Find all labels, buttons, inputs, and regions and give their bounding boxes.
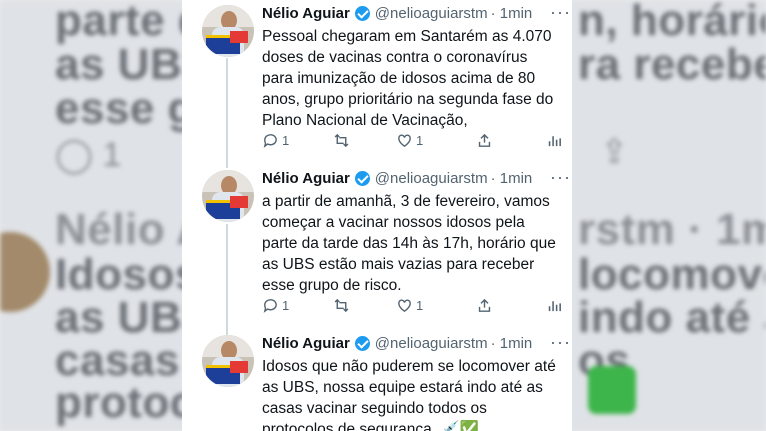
like-icon [398, 299, 411, 313]
tweet-time[interactable]: · 1min [491, 335, 533, 352]
analytics-icon [548, 136, 561, 147]
tweet-time[interactable]: · 1min [491, 170, 533, 187]
avatar[interactable] [202, 335, 254, 387]
reply-icon [263, 134, 277, 148]
reply-icon [263, 299, 277, 313]
retweet-button[interactable] [333, 132, 350, 149]
bg-reply-icon: ◯ 1 [55, 136, 122, 174]
reply-count: 1 [282, 133, 290, 148]
avatar[interactable] [202, 5, 254, 57]
more-icon[interactable]: ··· [550, 2, 571, 23]
share-icon [478, 133, 491, 147]
tweet-text: a partir de amanhã, 3 de fevereiro, vamo… [262, 193, 556, 294]
bg-text-line: ra receber [578, 40, 766, 89]
tweet[interactable]: Nélio Aguiar @nelioaguiarstm · 1min ··· … [182, 2, 572, 162]
tweet-header: Nélio Aguiar @nelioaguiarstm · 1min [262, 170, 532, 187]
share-button[interactable] [476, 297, 493, 314]
bg-text-line: rstm · 1min [578, 205, 766, 254]
tweet[interactable]: Nélio Aguiar @nelioaguiarstm · 1min ··· … [182, 167, 572, 327]
like-count: 1 [416, 298, 424, 313]
tweet-text: Idosos que não puderem se locomover até … [262, 358, 556, 431]
tweet-header: Nélio Aguiar @nelioaguiarstm · 1min [262, 5, 532, 22]
analytics-button[interactable] [546, 132, 563, 149]
more-icon[interactable]: ··· [550, 332, 571, 353]
more-icon[interactable]: ··· [550, 167, 571, 188]
verified-badge-icon [354, 171, 370, 186]
tweet-time[interactable]: · 1min [491, 5, 533, 22]
verified-badge-icon [354, 6, 370, 21]
author-handle[interactable]: @nelioaguiarstm [375, 335, 488, 352]
share-icon [478, 298, 491, 312]
tweet-header: Nélio Aguiar @nelioaguiarstm · 1min [262, 335, 532, 352]
bg-check-emoji [588, 366, 636, 414]
share-button[interactable] [476, 132, 493, 149]
retweet-button[interactable] [333, 297, 350, 314]
author-handle[interactable]: @nelioaguiarstm [375, 5, 488, 22]
retweet-icon [334, 133, 349, 148]
tweet-actions: 1 1 [262, 297, 562, 317]
like-button[interactable]: 1 [396, 297, 423, 314]
like-count: 1 [416, 133, 424, 148]
tweet[interactable]: Nélio Aguiar @nelioaguiarstm · 1min ··· … [182, 332, 572, 431]
reply-button[interactable]: 1 [262, 297, 289, 314]
bg-avatar [0, 232, 50, 312]
like-button[interactable]: 1 [396, 132, 423, 149]
tweet-actions: 1 1 [262, 132, 562, 152]
like-icon [398, 134, 411, 148]
author-name[interactable]: Nélio Aguiar [262, 5, 350, 22]
tweet-text: Pessoal chegaram em Santarém as 4.070 do… [262, 28, 554, 129]
retweet-icon [334, 298, 349, 313]
reply-button[interactable]: 1 [262, 132, 289, 149]
bg-share-icon: ⇪ [600, 133, 629, 171]
analytics-button[interactable] [546, 297, 563, 314]
reply-count: 1 [282, 298, 290, 313]
author-name[interactable]: Nélio Aguiar [262, 170, 350, 187]
analytics-icon [548, 301, 561, 312]
verified-badge-icon [354, 336, 370, 351]
author-name[interactable]: Nélio Aguiar [262, 335, 350, 352]
avatar[interactable] [202, 170, 254, 222]
tweet-thread-card: Nélio Aguiar @nelioaguiarstm · 1min ··· … [182, 0, 572, 431]
author-handle[interactable]: @nelioaguiarstm [375, 170, 488, 187]
